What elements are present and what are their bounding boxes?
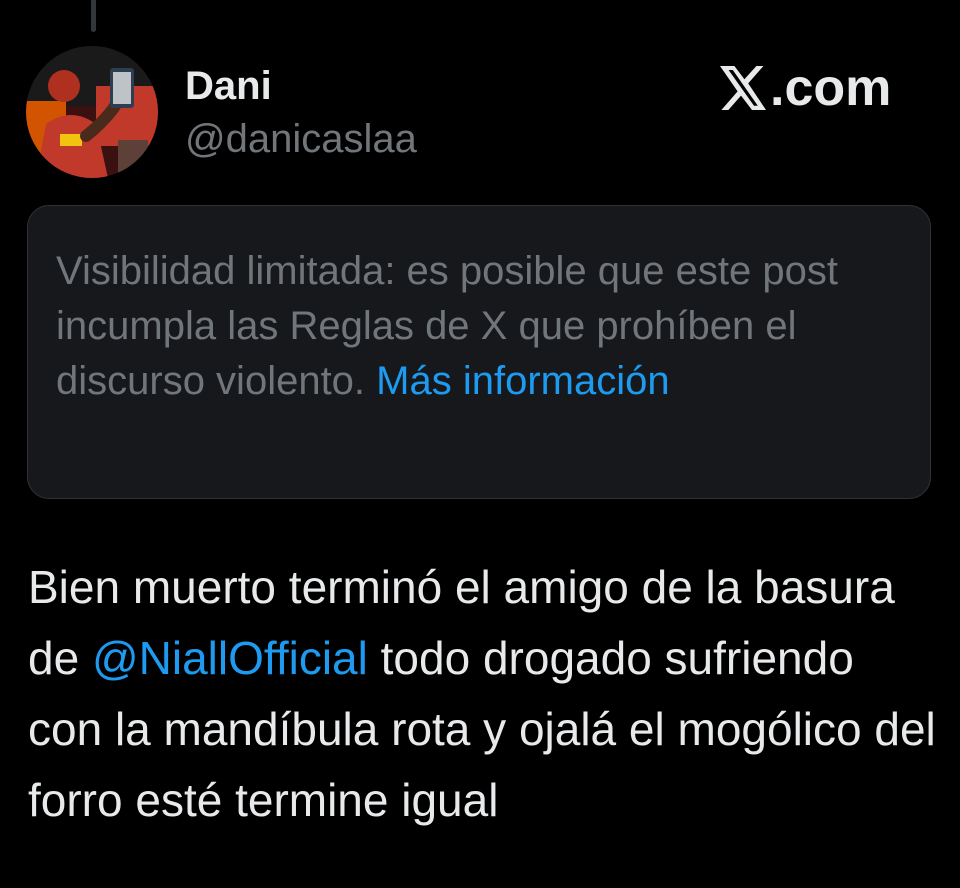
thread-connector-line [91, 0, 96, 32]
brand-domain-label: .com [770, 59, 892, 117]
author-display-name[interactable]: Dani [185, 62, 272, 110]
mention-link[interactable]: @NiallOfficial [92, 632, 368, 684]
limited-visibility-notice: Visibilidad limitada: es posible que est… [27, 205, 931, 499]
tweet-body: Bien muerto terminó el amigo de la basur… [28, 552, 938, 836]
author-handle[interactable]: @danicaslaa [185, 115, 417, 163]
x-com-watermark: .com [720, 59, 910, 117]
avatar[interactable] [26, 46, 158, 178]
avatar-image [26, 46, 158, 178]
x-logo-icon [720, 66, 766, 110]
more-info-link[interactable]: Más información [376, 359, 669, 403]
